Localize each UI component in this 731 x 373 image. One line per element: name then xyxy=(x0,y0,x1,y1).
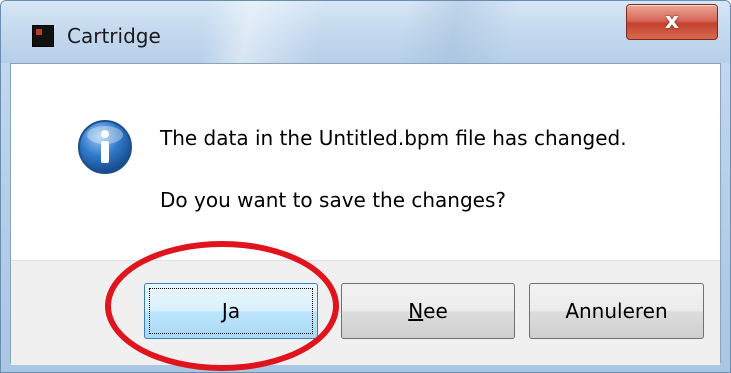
cancel-label: Annuleren xyxy=(565,299,668,323)
app-icon xyxy=(32,25,54,47)
title-bar[interactable]: Cartridge x xyxy=(1,1,730,63)
no-label-rest: ee xyxy=(423,299,448,323)
close-button[interactable]: x xyxy=(626,4,718,40)
yes-button[interactable]: Ja xyxy=(144,283,318,339)
message-line-2: Do you want to save the changes? xyxy=(160,188,507,212)
message-line-1: The data in the Untitled.bpm file has ch… xyxy=(160,126,627,150)
dialog-window: Cartridge x The data in the Untitled.bpm… xyxy=(0,0,731,373)
focus-ring xyxy=(149,288,313,334)
no-mnemonic: N xyxy=(408,299,424,323)
no-button[interactable]: Nee xyxy=(341,283,515,339)
close-icon: x xyxy=(664,9,680,34)
window-title: Cartridge xyxy=(67,24,161,48)
dialog-body: The data in the Untitled.bpm file has ch… xyxy=(10,63,721,365)
button-bar: Ja Nee Annuleren xyxy=(11,260,720,365)
cancel-button[interactable]: Annuleren xyxy=(529,283,704,339)
info-icon xyxy=(78,120,132,174)
